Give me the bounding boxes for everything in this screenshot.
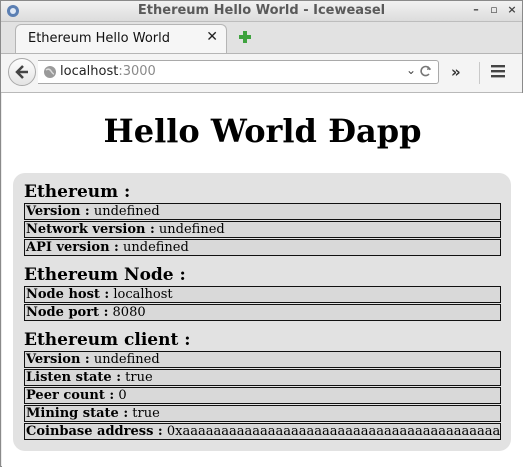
maximize-icon[interactable]: ▫ xyxy=(488,3,500,17)
row-client-version: Version : undefined xyxy=(24,351,501,368)
row-mining-state: Mining state : true xyxy=(24,405,501,422)
row-api-version: API version : undefined xyxy=(24,239,501,256)
back-arrow-icon xyxy=(15,65,28,79)
section-title-ethereum-node: Ethereum Node : xyxy=(24,265,186,285)
tab-label: Ethereum Hello World xyxy=(28,31,170,46)
toolbar-separator xyxy=(479,62,480,84)
page-content: Hello World Đapp Ethereum : Version : un… xyxy=(2,93,523,467)
row-node-port: Node port : 8080 xyxy=(24,304,501,321)
row-listen-state: Listen state : true xyxy=(24,369,501,386)
close-tab-icon[interactable]: ✕ xyxy=(206,29,218,45)
new-tab-plus-icon[interactable] xyxy=(237,29,253,45)
back-button[interactable] xyxy=(8,58,36,86)
navigation-bar: localhost:3000 ⌄ » xyxy=(1,54,522,93)
minimize-icon[interactable]: – xyxy=(470,3,482,17)
browser-window: Ethereum Hello World - Iceweasel – ▫ × E… xyxy=(0,0,523,467)
url-history-dropdown-icon[interactable]: ⌄ xyxy=(406,63,416,77)
section-title-ethereum: Ethereum : xyxy=(24,182,131,202)
window-title: Ethereum Hello World - Iceweasel xyxy=(137,3,386,18)
close-window-icon[interactable]: × xyxy=(506,3,518,17)
row-peer-count: Peer count : 0 xyxy=(24,387,501,404)
title-bar: Ethereum Hello World - Iceweasel – ▫ × xyxy=(1,1,522,22)
globe-icon xyxy=(44,66,56,78)
page-title: Hello World Đapp xyxy=(103,112,422,150)
row-ethereum-version: Version : undefined xyxy=(24,203,501,220)
url-bar[interactable]: localhost:3000 ⌄ xyxy=(38,60,439,84)
section-title-ethereum-client: Ethereum client : xyxy=(24,330,191,350)
row-network-version: Network version : undefined xyxy=(24,221,501,238)
tab-ethereum-hello-world[interactable]: Ethereum Hello World ✕ xyxy=(15,24,227,53)
row-coinbase-address: Coinbase address : 0xaaaaaaaaaaaaaaaaaaa… xyxy=(24,423,501,440)
reload-icon[interactable] xyxy=(419,64,433,78)
row-node-host: Node host : localhost xyxy=(24,286,501,303)
hamburger-menu-icon[interactable] xyxy=(490,63,506,79)
info-panel: Ethereum : Version : undefined Network v… xyxy=(13,173,511,451)
url-text: localhost:3000 xyxy=(60,64,156,79)
tab-strip: Ethereum Hello World ✕ xyxy=(1,22,522,54)
overflow-chevron-icon[interactable]: » xyxy=(451,63,461,81)
